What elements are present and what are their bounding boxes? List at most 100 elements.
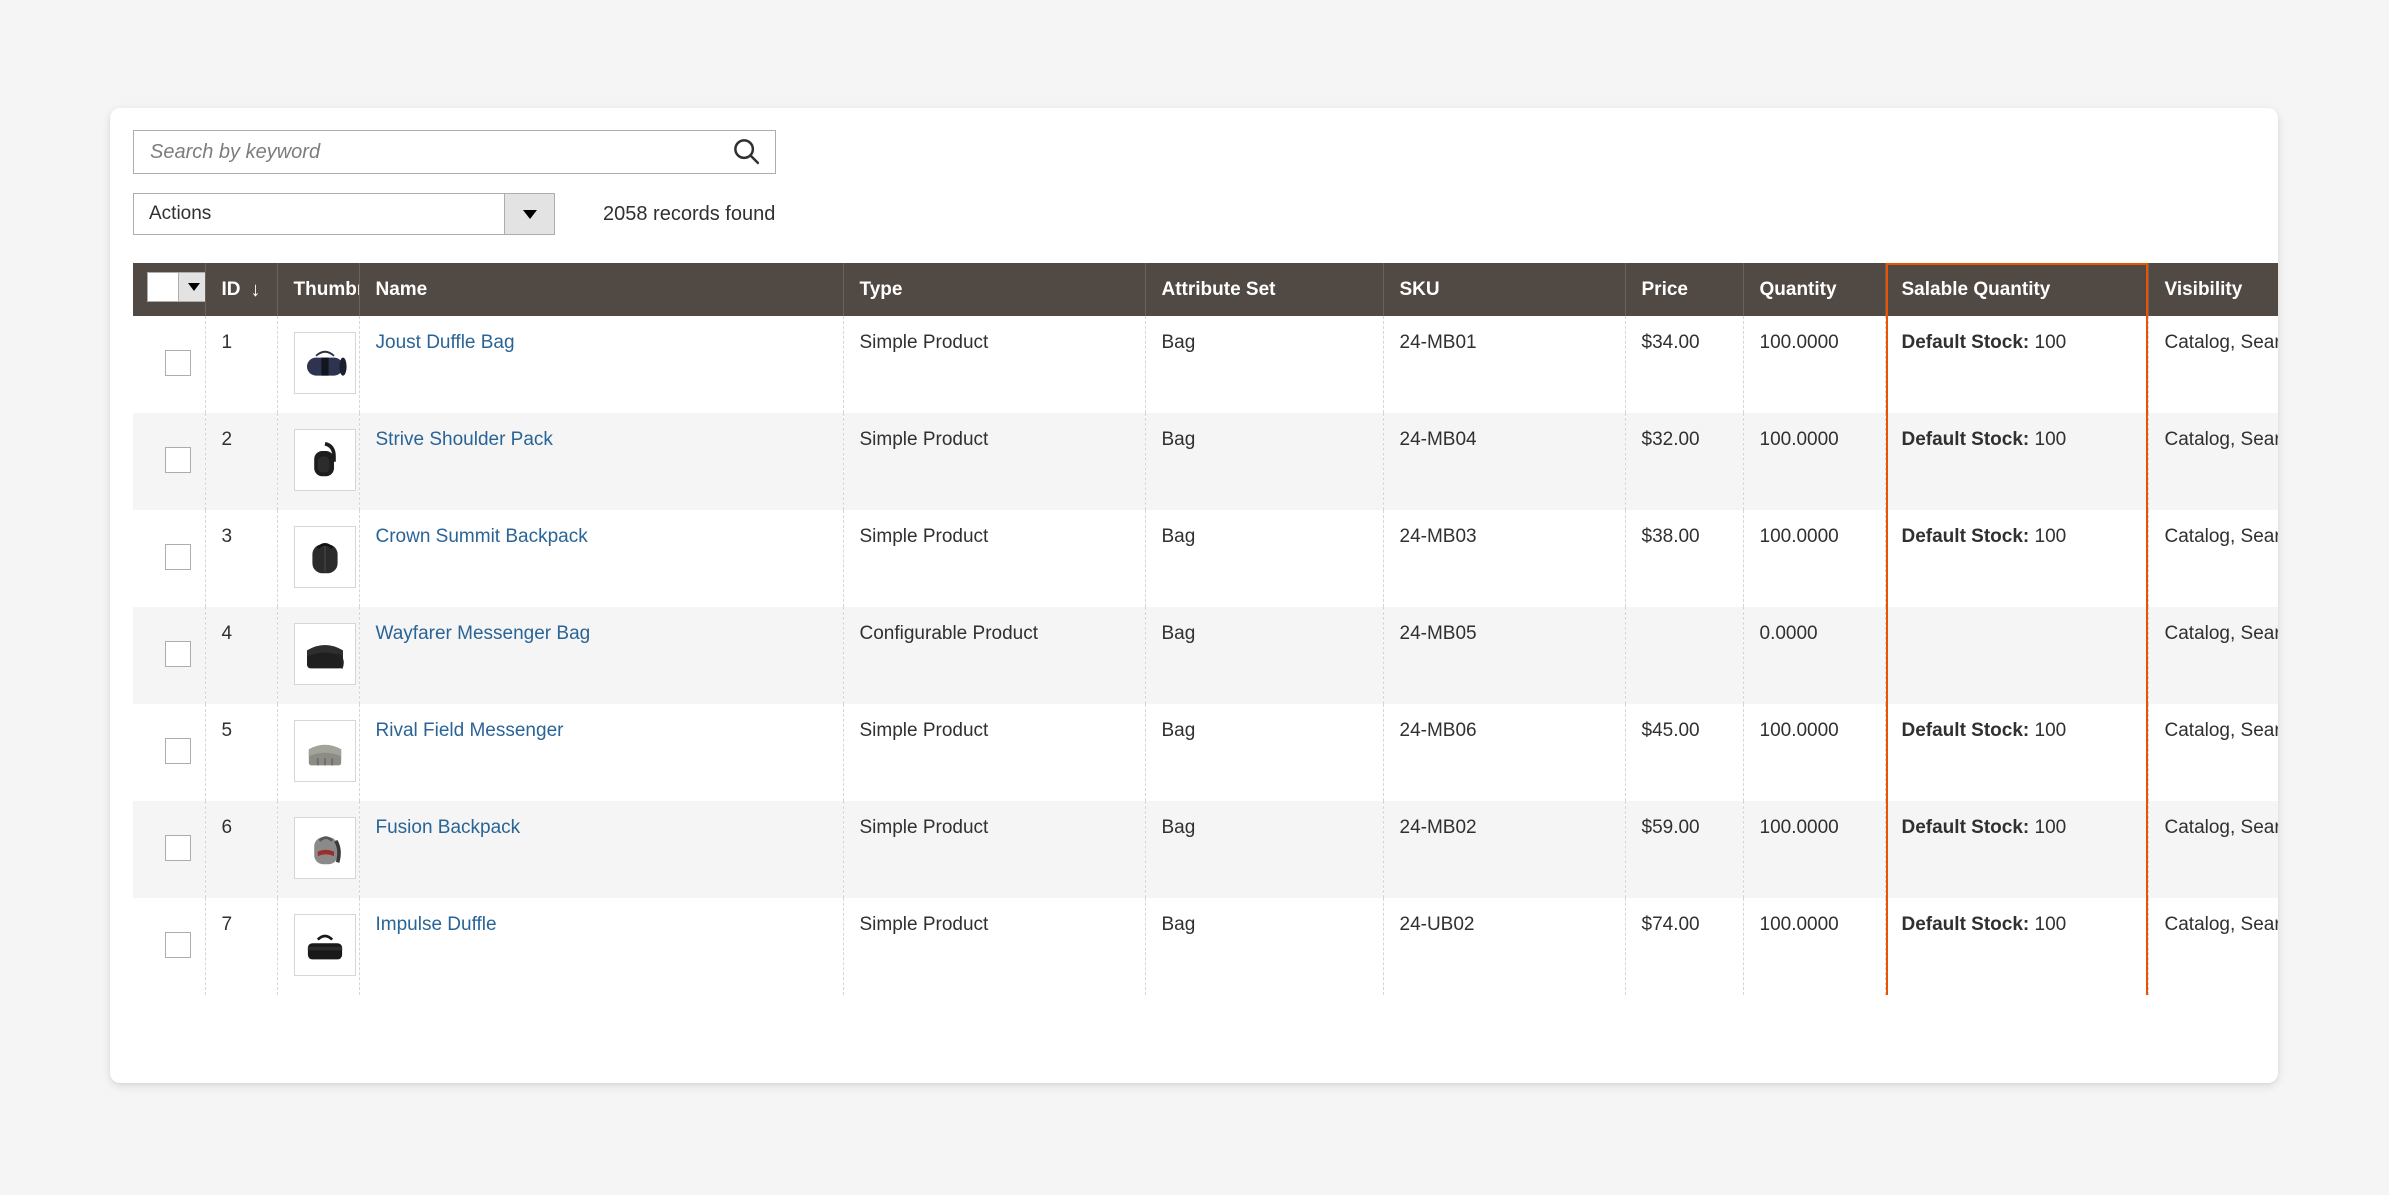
table-row[interactable]: 4 Wayfarer Messenger Bag Configurable Pro… (133, 607, 2278, 704)
row-checkbox[interactable] (165, 835, 191, 861)
product-thumbnail-icon (293, 623, 356, 685)
cell-sku: 24-MB03 (1383, 510, 1626, 607)
row-checkbox[interactable] (165, 447, 191, 473)
cell-price: $38.00 (1625, 510, 1744, 607)
product-name-link[interactable]: Crown Summit Backpack (376, 526, 588, 547)
product-name-link[interactable]: Joust Duffle Bag (376, 332, 515, 353)
row-select-cell[interactable] (133, 801, 206, 898)
salable-stock-label: Default Stock: (1901, 817, 2035, 838)
cell-name[interactable]: Wayfarer Messenger Bag (359, 607, 844, 704)
row-checkbox[interactable] (165, 641, 191, 667)
header-col-id-label: ID (221, 278, 241, 300)
cell-price: $59.00 (1625, 801, 1744, 898)
product-name-link[interactable]: Strive Shoulder Pack (376, 429, 553, 450)
cell-sku: 24-MB05 (1383, 607, 1626, 704)
product-name-link[interactable]: Wayfarer Messenger Bag (376, 623, 591, 644)
cell-salable-quantity: Default Stock: 100 (1885, 413, 2149, 510)
cell-visibility: Catalog, Search (2148, 510, 2278, 607)
cell-price: $74.00 (1625, 898, 1744, 995)
cell-quantity: 100.0000 (1743, 898, 1886, 995)
salable-stock-value: 100 (2034, 720, 2067, 741)
row-checkbox[interactable] (165, 544, 191, 570)
header-col-price[interactable]: Price (1625, 263, 1744, 316)
grid-scroll-area[interactable]: ID ↓ Thumbnail Name Type Attribute Set S… (133, 263, 2278, 1083)
row-checkbox[interactable] (165, 350, 191, 376)
cell-name[interactable]: Crown Summit Backpack (359, 510, 844, 607)
product-thumbnail-icon (293, 720, 356, 782)
table-row[interactable]: 5 Rival Field Messenger Simple Product Bag… (133, 704, 2278, 801)
cell-name[interactable]: Fusion Backpack (359, 801, 844, 898)
cell-sku: 24-MB01 (1383, 316, 1626, 413)
search-box[interactable] (133, 130, 776, 174)
salable-stock-value: 100 (2034, 817, 2067, 838)
cell-name[interactable]: Rival Field Messenger (359, 704, 844, 801)
cell-thumbnail[interactable] (277, 510, 360, 607)
row-select-cell[interactable] (133, 607, 206, 704)
chevron-down-icon (187, 283, 200, 291)
product-name-link[interactable]: Rival Field Messenger (376, 720, 564, 741)
salable-stock-label: Default Stock: (1901, 526, 2035, 547)
header-col-id[interactable]: ID ↓ (205, 263, 278, 316)
product-thumbnail-icon (293, 429, 356, 491)
cell-quantity: 100.0000 (1743, 801, 1886, 898)
product-thumbnail-icon (293, 817, 356, 879)
table-row[interactable]: 7 Impulse Duffle Simple Product Bag 24-UB02… (133, 898, 2278, 995)
cell-thumbnail[interactable] (277, 607, 360, 704)
actions-row: Actions 2058 records found (133, 193, 775, 235)
row-checkbox[interactable] (165, 738, 191, 764)
cell-thumbnail[interactable] (277, 316, 360, 413)
header-col-salable-quantity[interactable]: Salable Quantity (1885, 263, 2149, 316)
cell-name[interactable]: Joust Duffle Bag (359, 316, 844, 413)
row-select-cell[interactable] (133, 413, 206, 510)
row-select-cell[interactable] (133, 510, 206, 607)
salable-stock-value: 100 (2034, 429, 2067, 450)
cell-thumbnail[interactable] (277, 704, 360, 801)
cell-salable-quantity: Default Stock: 100 (1885, 898, 2149, 995)
cell-id: 3 (205, 510, 278, 607)
actions-select[interactable]: Actions (133, 193, 555, 235)
header-col-sku[interactable]: SKU (1383, 263, 1626, 316)
header-col-thumbnail[interactable]: Thumbnail (277, 263, 360, 316)
cell-thumbnail[interactable] (277, 801, 360, 898)
cell-sku: 24-MB06 (1383, 704, 1626, 801)
cell-type: Simple Product (843, 704, 1146, 801)
cell-attribute-set: Bag (1145, 898, 1384, 995)
header-select-all[interactable] (133, 263, 206, 316)
row-checkbox[interactable] (165, 932, 191, 958)
product-name-link[interactable]: Impulse Duffle (376, 914, 497, 935)
table-row[interactable]: 6 Fusion Backpack Simple Product Bag 24-MB0… (133, 801, 2278, 898)
header-col-visibility[interactable]: Visibility (2148, 263, 2278, 316)
header-col-type[interactable]: Type (843, 263, 1146, 316)
search-button[interactable] (729, 135, 763, 169)
cell-name[interactable]: Strive Shoulder Pack (359, 413, 844, 510)
product-name-link[interactable]: Fusion Backpack (376, 817, 521, 838)
select-all-group[interactable] (147, 272, 204, 302)
row-select-cell[interactable] (133, 898, 206, 995)
header-col-attribute-set[interactable]: Attribute Set (1145, 263, 1384, 316)
header-col-quantity[interactable]: Quantity (1743, 263, 1886, 316)
cell-quantity: 0.0000 (1743, 607, 1886, 704)
select-all-checkbox[interactable] (148, 273, 178, 301)
actions-caret-button[interactable] (504, 194, 554, 234)
row-select-cell[interactable] (133, 704, 206, 801)
cell-thumbnail[interactable] (277, 413, 360, 510)
salable-stock-label: Default Stock: (1901, 914, 2035, 935)
cell-quantity: 100.0000 (1743, 704, 1886, 801)
select-all-caret-button[interactable] (178, 273, 204, 301)
cell-attribute-set: Bag (1145, 704, 1384, 801)
cell-salable-quantity: Default Stock: 100 (1885, 704, 2149, 801)
table-row[interactable]: 3 Crown Summit Backpack Simple Product Bag… (133, 510, 2278, 607)
row-select-cell[interactable] (133, 316, 206, 413)
search-row (133, 130, 776, 174)
table-row[interactable]: 1 Joust Duffle Bag Simple Product Bag 24-MB… (133, 316, 2278, 413)
cell-name[interactable]: Impulse Duffle (359, 898, 844, 995)
cell-attribute-set: Bag (1145, 316, 1384, 413)
table-header: ID ↓ Thumbnail Name Type Attribute Set S… (133, 263, 2278, 316)
product-thumbnail-icon (293, 332, 356, 394)
cell-type: Simple Product (843, 898, 1146, 995)
header-col-name[interactable]: Name (359, 263, 844, 316)
table-row[interactable]: 2 Strive Shoulder Pack Simple Product Bag 2… (133, 413, 2278, 510)
salable-stock-value: 100 (2034, 526, 2067, 547)
search-input[interactable] (134, 131, 775, 173)
cell-thumbnail[interactable] (277, 898, 360, 995)
